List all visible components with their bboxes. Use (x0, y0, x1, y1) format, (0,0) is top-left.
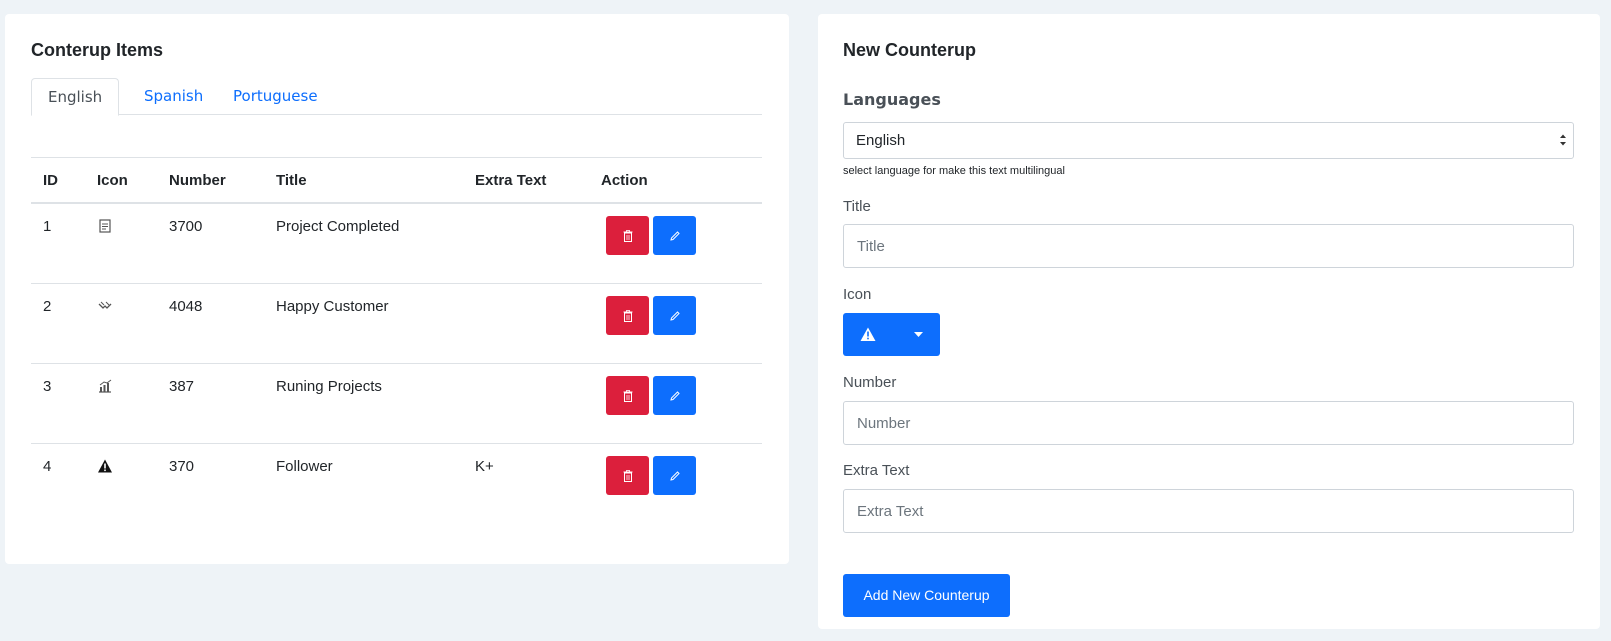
table-row: 2 4048 Happy Customer (31, 284, 762, 364)
card-title: Conterup Items (31, 40, 164, 60)
pencil-icon (669, 390, 680, 401)
clipboard-icon (97, 218, 113, 238)
table-header: ID Icon Number Title Extra Text Action (31, 157, 762, 204)
extra-text-label: Extra Text (843, 462, 910, 479)
delete-button[interactable] (606, 216, 649, 255)
number-input[interactable] (843, 401, 1574, 445)
row-actions (606, 456, 696, 495)
row-actions (606, 296, 696, 335)
warning-icon (97, 458, 113, 478)
trash-icon (623, 309, 632, 322)
language-select-value: English (856, 132, 906, 149)
delete-button[interactable] (606, 456, 649, 495)
tab-portuguese[interactable]: Portuguese (217, 78, 334, 115)
pencil-icon (669, 470, 680, 481)
header-action: Action (601, 172, 648, 189)
warning-icon (860, 327, 876, 341)
number-label: Number (843, 374, 897, 391)
row-number: 4048 (169, 298, 203, 315)
tab-spanish[interactable]: Spanish (128, 78, 219, 115)
title-label: Title (843, 198, 871, 215)
header-extra-text: Extra Text (475, 172, 547, 189)
trash-icon (623, 469, 632, 482)
header-title: Title (276, 172, 307, 189)
header-number: Number (169, 172, 226, 189)
row-actions (606, 216, 696, 255)
counterup-items-card: Conterup Items English Spanish Portugues… (5, 14, 789, 564)
icon-label: Icon (843, 286, 872, 303)
add-new-counterup-button[interactable]: Add New Counterup (843, 574, 1010, 617)
header-icon: Icon (97, 172, 128, 189)
chart-icon (97, 378, 113, 398)
extra-text-input[interactable] (843, 489, 1574, 533)
trash-icon (623, 389, 632, 402)
trash-icon (623, 229, 632, 242)
row-id: 1 (43, 218, 52, 235)
row-title: Runing Projects (276, 378, 382, 395)
edit-button[interactable] (653, 456, 696, 495)
pencil-icon (669, 230, 680, 241)
row-title: Follower (276, 458, 333, 475)
row-id: 2 (43, 298, 52, 315)
counterup-table: ID Icon Number Title Extra Text Action 1… (31, 157, 762, 524)
language-tabs: English Spanish Portuguese (31, 78, 762, 116)
edit-button[interactable] (653, 216, 696, 255)
row-number: 387 (169, 378, 195, 395)
row-id: 4 (43, 458, 52, 475)
caret-down-icon (914, 332, 923, 337)
pencil-icon (669, 310, 680, 321)
tab-english[interactable]: English (31, 78, 120, 116)
select-arrows-icon (1560, 134, 1566, 146)
title-input[interactable] (843, 224, 1574, 268)
icon-picker-button[interactable] (843, 313, 940, 356)
edit-button[interactable] (653, 376, 696, 415)
delete-button[interactable] (606, 376, 649, 415)
row-extra-text: K+ (475, 458, 494, 475)
row-number: 3700 (169, 218, 203, 235)
header-id: ID (43, 172, 58, 189)
table-row: 3 387 Runing Projects (31, 364, 762, 444)
row-id: 3 (43, 378, 52, 395)
row-title: Happy Customer (276, 298, 389, 315)
row-actions (606, 376, 696, 415)
handshake-icon (97, 298, 113, 318)
row-title: Project Completed (276, 218, 400, 235)
language-select[interactable]: English (843, 122, 1574, 159)
row-number: 370 (169, 458, 195, 475)
edit-button[interactable] (653, 296, 696, 335)
table-row: 4 370 Follower K+ (31, 444, 762, 524)
table-row: 1 3700 Project Completed (31, 204, 762, 284)
delete-button[interactable] (606, 296, 649, 335)
new-counterup-card: New Counterup Languages English select l… (818, 14, 1600, 629)
languages-label: Languages (843, 90, 941, 109)
language-help-text: select language for make this text multi… (843, 165, 1065, 177)
card-title: New Counterup (843, 40, 976, 60)
